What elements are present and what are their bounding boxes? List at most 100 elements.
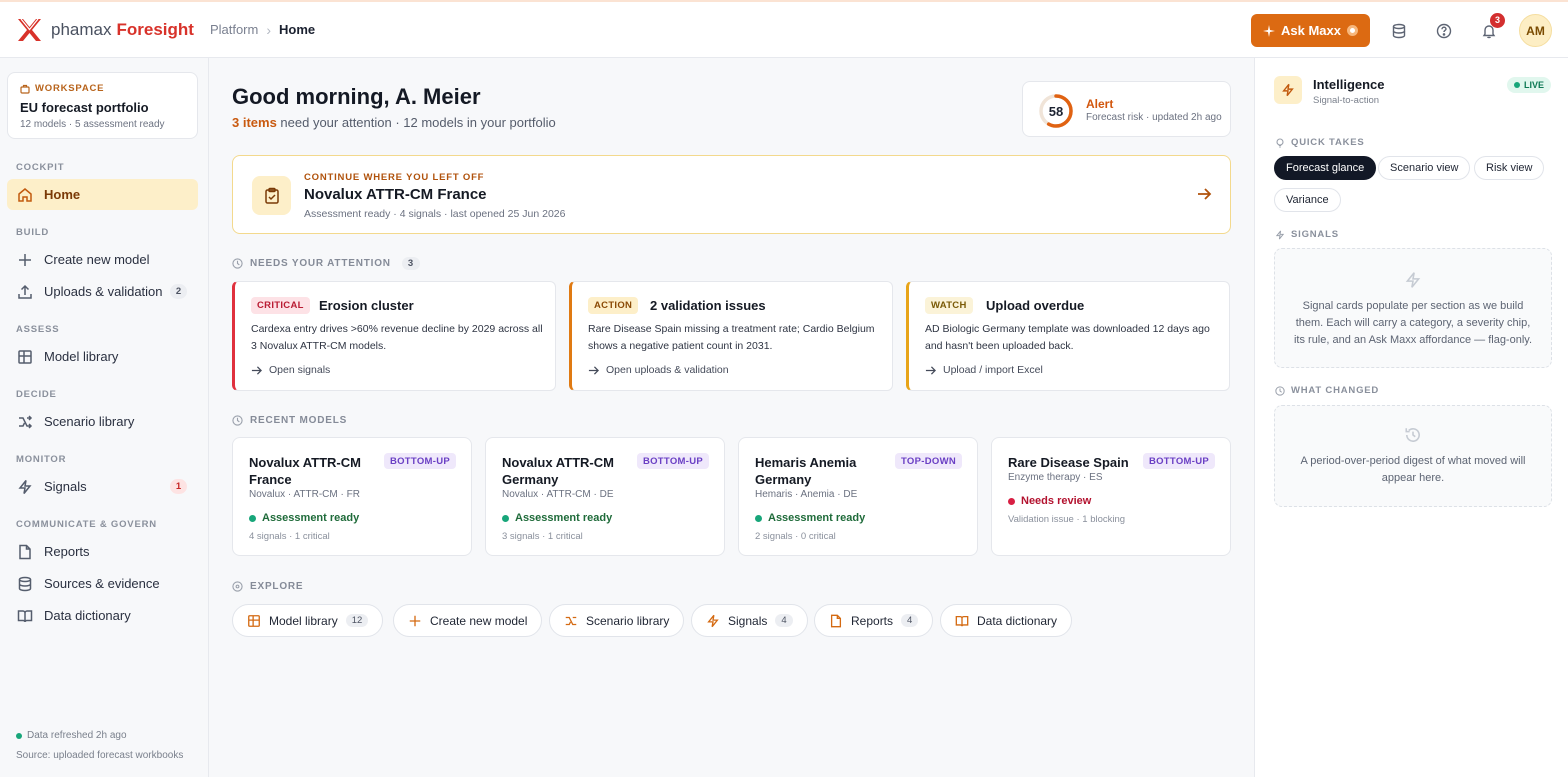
take-scenario-view[interactable]: Scenario view <box>1378 156 1471 180</box>
quick-takes-heading: QUICK TAKES <box>1275 137 1365 148</box>
sidebar-item-label: Model library <box>44 349 119 364</box>
explore-scenario-library[interactable]: Scenario library <box>549 604 685 637</box>
continue-title: Novalux ATTR-CM France <box>304 186 487 203</box>
attention-card-watch[interactable]: WATCH Upload overdue AD Biologic Germany… <box>906 281 1230 391</box>
attention-summary: 3 items need your attention · 12 models … <box>232 115 556 130</box>
model-meta: Hemaris · Anemia · DE <box>755 489 858 500</box>
model-status: Needs review <box>1008 495 1091 507</box>
status-dot <box>755 514 762 522</box>
sidebar-item-data-dictionary[interactable]: Data dictionary <box>7 600 198 631</box>
workspace-card[interactable]: WORKSPACE EU forecast portfolio 12 model… <box>7 72 198 139</box>
open-uploads-link[interactable]: Open uploads & validation <box>588 364 729 376</box>
table-icon <box>248 614 260 627</box>
take-variance[interactable]: Variance <box>1274 188 1341 212</box>
breadcrumb-platform[interactable]: Platform <box>210 22 258 37</box>
model-signals-summary: 4 signals · 1 critical <box>249 531 330 542</box>
briefcase-icon <box>20 84 30 94</box>
model-card[interactable]: Hemaris Anemia Germany TOP-DOWN Hemaris … <box>738 437 978 556</box>
compass-icon <box>232 581 243 592</box>
signals-heading: SIGNALS <box>1275 229 1339 240</box>
arrow-right-icon <box>588 365 599 375</box>
what-changed-heading: WHAT CHANGED <box>1275 385 1379 396</box>
model-status-text: Assessment ready <box>262 512 360 524</box>
status-dot <box>249 514 256 522</box>
home-icon <box>18 187 32 202</box>
brand-name: phamax <box>51 19 112 39</box>
explore-data-dictionary[interactable]: Data dictionary <box>940 604 1073 637</box>
attention-card-desc: Cardexa entry drives >60% revenue declin… <box>251 323 543 352</box>
take-forecast-glance[interactable]: Forecast glance <box>1274 156 1377 180</box>
chip-label: Signals <box>728 613 768 628</box>
open-signals-link[interactable]: Open signals <box>251 364 330 376</box>
status-dot <box>16 732 22 739</box>
branch-icon <box>19 414 33 429</box>
attention-card-action[interactable]: ACTION 2 validation issues Rare Disease … <box>569 281 893 391</box>
attention-items-link[interactable]: 3 items <box>232 115 277 130</box>
chip-count: 4 <box>775 614 793 627</box>
explore-create-model[interactable]: Create new model <box>393 604 543 637</box>
link-label: Upload / import Excel <box>943 364 1043 376</box>
nav-section-build: BUILD <box>16 227 50 238</box>
model-card[interactable]: Novalux ATTR-CM France BOTTOM-UP Novalux… <box>232 437 472 556</box>
history-icon <box>1275 385 1285 396</box>
help-button[interactable] <box>1428 15 1460 47</box>
upload-import-link[interactable]: Upload / import Excel <box>925 364 1043 376</box>
attention-card-title: 2 validation issues <box>650 298 766 313</box>
book-icon <box>17 609 33 622</box>
model-meta: Novalux · ATTR-CM · FR <box>249 489 360 500</box>
help-icon <box>1436 23 1452 38</box>
page-title: Good morning, A. Meier <box>232 84 481 109</box>
forecast-risk-card[interactable]: 58 Alert Forecast risk · updated 2h ago <box>1022 81 1231 137</box>
model-signals-summary: 2 signals · 0 critical <box>755 531 836 542</box>
notification-count-badge: 3 <box>1490 12 1505 28</box>
link-label: Open uploads & validation <box>606 364 729 376</box>
explore-signals[interactable]: Signals 4 <box>691 604 808 637</box>
model-status-text: Assessment ready <box>768 512 866 524</box>
sidebar-item-sources[interactable]: Sources & evidence <box>7 568 198 599</box>
attention-card-critical[interactable]: CRITICAL Erosion cluster Cardexa entry d… <box>232 281 556 391</box>
status-dot <box>1008 497 1015 505</box>
avatar[interactable]: AM <box>1519 14 1552 47</box>
continue-card[interactable]: CONTINUE WHERE YOU LEFT OFF Novalux ATTR… <box>232 155 1231 234</box>
needs-attention-heading: NEEDS YOUR ATTENTION 3 <box>232 257 420 270</box>
severity-badge: ACTION <box>588 297 639 314</box>
model-card[interactable]: Novalux ATTR-CM Germany BOTTOM-UP Novalu… <box>485 437 725 556</box>
document-icon <box>830 614 842 627</box>
data-refreshed-status: Data refreshed 2h ago <box>16 730 127 741</box>
database-button[interactable] <box>1383 15 1415 47</box>
explore-model-library[interactable]: Model library 12 <box>232 604 384 637</box>
explore-label: EXPLORE <box>250 581 304 592</box>
link-label: Open signals <box>269 364 331 376</box>
sidebar-item-model-library[interactable]: Model library <box>7 341 198 372</box>
panel-subtitle: Signal-to-action <box>1313 95 1380 106</box>
clock-icon <box>232 258 243 269</box>
sidebar-item-reports[interactable]: Reports <box>7 536 198 567</box>
recent-models-heading: RECENT MODELS <box>232 415 347 426</box>
explore-reports[interactable]: Reports 4 <box>814 604 934 637</box>
nav-section-assess: ASSESS <box>16 324 60 335</box>
model-meta: Novalux · ATTR-CM · DE <box>502 489 614 500</box>
model-card[interactable]: Rare Disease Spain BOTTOM-UP Enzyme ther… <box>991 437 1231 556</box>
sidebar-item-home[interactable]: Home <box>7 179 198 210</box>
take-risk-view[interactable]: Risk view <box>1474 156 1545 180</box>
notifications-button[interactable]: 3 <box>1473 12 1505 47</box>
what-changed-label: WHAT CHANGED <box>1291 385 1380 396</box>
sidebar-item-label: Uploads & validation <box>44 284 163 299</box>
sidebar-item-uploads[interactable]: Uploads & validation 2 <box>7 276 198 307</box>
model-status: Assessment ready <box>755 512 865 524</box>
chip-label: Create new model <box>430 613 528 628</box>
panel-title: Intelligence <box>1313 77 1385 92</box>
brand[interactable]: phamax Foresight <box>16 17 194 43</box>
sidebar-item-signals[interactable]: Signals 1 <box>7 471 198 502</box>
uploads-count-badge: 2 <box>170 284 187 299</box>
database-icon <box>1392 23 1406 38</box>
sidebar-item-scenario-library[interactable]: Scenario library <box>7 406 198 437</box>
branch-icon <box>565 616 577 625</box>
sidebar-item-create-model[interactable]: Create new model <box>7 244 198 275</box>
signals-empty-text: Signal cards populate per section as we … <box>1293 300 1533 346</box>
book-icon <box>955 615 969 626</box>
lightning-icon <box>707 614 719 627</box>
sidebar-item-label: Data dictionary <box>44 608 131 623</box>
ask-maxx-button[interactable]: Ask Maxx <box>1251 14 1370 47</box>
arrow-right-icon[interactable] <box>1196 186 1212 202</box>
